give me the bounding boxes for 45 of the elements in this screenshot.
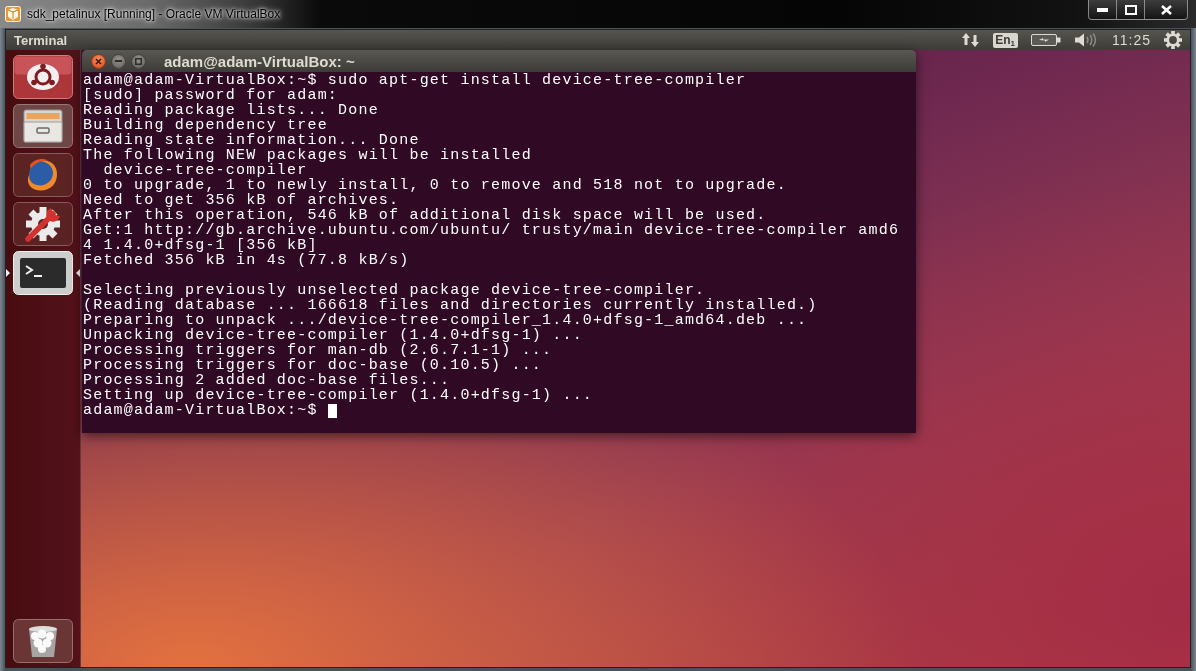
gear-wrench-icon[interactable] (13, 202, 73, 246)
maximize-icon (1124, 4, 1137, 15)
terminal-icon[interactable] (13, 251, 73, 295)
file-drawer-icon[interactable] (13, 104, 73, 148)
terminal-line: Processing triggers for doc-base (0.10.5) ... (83, 358, 543, 373)
terminal-line: Reading package lists... Done (83, 103, 379, 118)
minimize-icon (115, 60, 122, 62)
keyboard-layout-indicator[interactable]: En$_{1}$ (993, 32, 1018, 48)
terminal-line: The following NEW packages will be installed (83, 148, 532, 163)
ubuntu-logo-icon[interactable] (13, 55, 73, 99)
terminal-line: (Reading database ... 166618 files and directories currently installed.) (83, 298, 818, 313)
terminal-line: Selecting previously unselected package device-tree-compiler. (83, 283, 706, 298)
battery-icon[interactable] (1031, 34, 1061, 46)
close-icon (95, 57, 102, 65)
terminal-line: Reading state information... Done (83, 133, 420, 148)
volume-icon[interactable] (1074, 32, 1099, 48)
app-logo-icon (5, 6, 21, 22)
maximize-icon (135, 57, 142, 65)
terminal-line: Setting up device-tree-compiler (1.4.0+dfsg-1) ... (83, 388, 594, 403)
terminal-prompt: adam@adam-VirtualBox:~$ (83, 403, 318, 418)
gear-icon[interactable] (1164, 31, 1182, 49)
browser-icon[interactable] (13, 153, 73, 197)
trash-icon[interactable] (13, 619, 73, 663)
terminal-line: device-tree-compiler (102, 163, 308, 178)
terminal-title: adam@adam-VirtualBox: ~ (164, 52, 355, 70)
app-menu-title: Terminal (14, 32, 68, 48)
minimize-icon (1097, 7, 1108, 12)
terminal-line: Unpacking device-tree-compiler (1.4.0+dfsg-1) ... (83, 328, 583, 343)
terminal-line: 0 to upgrade, 1 to newly install, 0 to remove and 518 not to upgrade. (83, 178, 787, 193)
close-button[interactable] (91, 53, 106, 69)
terminal-line: Fetched 356 kB in 4s (77.8 kB/s) (83, 253, 410, 268)
terminal-line: Building dependency tree (83, 118, 328, 133)
window-title: sdk_petalinux [Running] - Oracle VM VirtualBox (27, 7, 281, 21)
terminal-line: Need to get 356 kB of archives. (83, 193, 400, 208)
terminal-line: Get:1 http://gb.archive.ubuntu.com/ubuntu/ trusty/main device-tree-compiler amd6 (83, 223, 900, 238)
terminal-line: 4 1.4.0+dfsg-1 [356 kB] (83, 238, 318, 253)
terminal-line: [sudo] password for adam: (83, 88, 339, 103)
updown-arrows-icon[interactable] (962, 32, 981, 48)
terminal-line: Processing 2 added doc-base files... (83, 373, 451, 388)
terminal-line: Processing triggers for man-db (2.6.7.1-1) ... (83, 343, 553, 358)
terminal-line: adam@adam-VirtualBox:~$ sudo apt-get install device-tree-compiler (83, 73, 747, 88)
terminal-line: After this operation, 546 kB of additional disk space will be used. (83, 208, 767, 223)
close-icon (1160, 4, 1172, 15)
clock-time[interactable]: 11:25 (1112, 32, 1151, 48)
terminal-line: Preparing to unpack .../device-tree-compiler_1.4.0+dfsg-1_amd64.deb ... (83, 313, 808, 328)
